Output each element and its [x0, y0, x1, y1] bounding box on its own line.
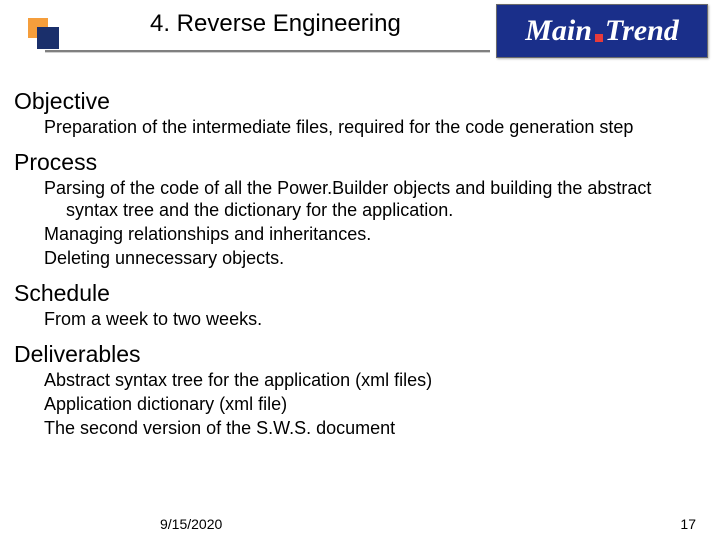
slide-footer: 9/15/2020 17	[0, 512, 720, 532]
section-body-schedule: From a week to two weeks.	[44, 309, 706, 331]
body-line: From a week to two weeks.	[66, 309, 706, 331]
brand-logo-main: Main	[525, 14, 592, 47]
body-line: Parsing of the code of all the Power.Bui…	[66, 178, 706, 222]
title-bullet-icon	[28, 18, 62, 52]
title-divider	[45, 50, 490, 53]
square-blue-icon	[37, 27, 59, 49]
body-line: Abstract syntax tree for the application…	[66, 370, 706, 392]
footer-date: 9/15/2020	[160, 516, 222, 532]
section-body-objective: Preparation of the intermediate files, r…	[44, 117, 706, 139]
brand-logo: Main Trend	[496, 4, 708, 58]
section-head-process: Process	[14, 149, 706, 176]
section-head-deliverables: Deliverables	[14, 341, 706, 368]
brand-logo-text: Main Trend	[497, 5, 707, 57]
brand-logo-dot-icon	[595, 34, 603, 42]
brand-logo-trend: Trend	[605, 14, 679, 47]
slide-content: Objective Preparation of the intermediat…	[14, 78, 706, 450]
body-line: The second version of the S.W.S. documen…	[66, 418, 706, 440]
slide-title: 4. Reverse Engineering	[150, 10, 401, 38]
body-line: Managing relationships and inheritances.	[66, 224, 706, 246]
section-body-process: Parsing of the code of all the Power.Bui…	[44, 178, 706, 270]
section-body-deliverables: Abstract syntax tree for the application…	[44, 370, 706, 440]
body-line: Preparation of the intermediate files, r…	[66, 117, 706, 139]
section-head-objective: Objective	[14, 88, 706, 115]
footer-page-number: 17	[680, 516, 696, 532]
slide-header: 4. Reverse Engineering Main Trend	[0, 0, 720, 64]
section-head-schedule: Schedule	[14, 280, 706, 307]
body-line: Deleting unnecessary objects.	[66, 248, 706, 270]
body-line: Application dictionary (xml file)	[66, 394, 706, 416]
